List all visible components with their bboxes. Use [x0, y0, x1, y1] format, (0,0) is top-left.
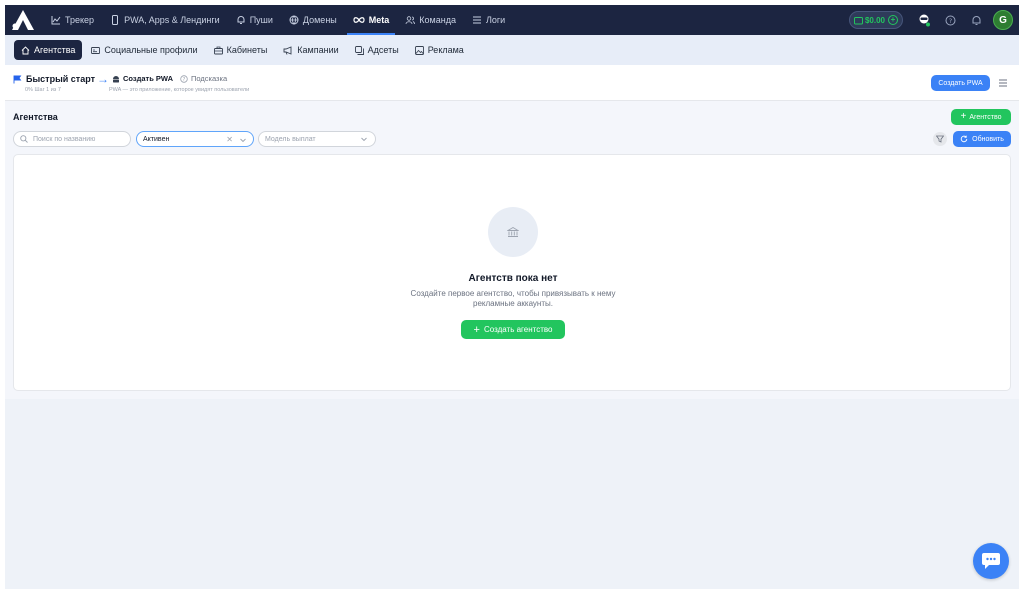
- subtab-label: Адсеты: [367, 45, 399, 55]
- search-icon: [20, 135, 28, 143]
- chat-bubble-icon: [982, 553, 1000, 569]
- chevron-down-icon: [361, 137, 367, 142]
- layers-icon: [354, 45, 364, 55]
- nav-item-logs[interactable]: Логи: [464, 5, 513, 35]
- subtab-ads[interactable]: Реклама: [408, 40, 471, 60]
- quick-start-title-text: Быстрый старт: [26, 74, 95, 84]
- list-icon: [472, 16, 481, 24]
- add-funds-icon[interactable]: +: [888, 15, 898, 25]
- empty-state-illustration: [488, 207, 538, 257]
- chevron-down-icon: [240, 138, 246, 142]
- chart-line-icon: [51, 16, 61, 25]
- page-background: [5, 399, 1019, 589]
- question-circle-icon: ?: [180, 74, 188, 83]
- bank-icon: [507, 226, 519, 237]
- android-icon: [113, 75, 119, 82]
- empty-state-title: Агентств пока нет: [468, 273, 558, 284]
- arrow-right-icon: →: [97, 72, 109, 86]
- help-icon[interactable]: ?: [940, 10, 960, 30]
- briefcase-icon: [213, 46, 223, 54]
- empty-state-description: Создайте первое агентство, чтобы привязы…: [410, 289, 616, 308]
- quick-start-hint-label: Подсказка: [191, 74, 228, 83]
- create-pwa-button[interactable]: Создать PWA: [931, 75, 990, 91]
- subtab-adsets[interactable]: Адсеты: [348, 40, 406, 60]
- create-agency-label: Создать агентство: [483, 325, 553, 334]
- search-placeholder: Поиск по названию: [33, 135, 96, 143]
- quick-start-step-label: Создать PWA: [123, 74, 174, 83]
- users-icon: [405, 16, 416, 25]
- refresh-button[interactable]: Обновить: [953, 131, 1011, 147]
- quick-start-bar: Быстрый старт → Создать PWA ? Подсказка …: [5, 65, 1019, 101]
- quick-start-step[interactable]: Создать PWA: [112, 74, 173, 83]
- svg-text:?: ?: [948, 17, 951, 25]
- notifications-bell-icon[interactable]: [966, 10, 986, 30]
- nav-item-label: Логи: [485, 15, 506, 25]
- nav-item-label: Трекер: [65, 15, 95, 25]
- page-title: Агентства: [13, 112, 58, 122]
- megaphone-icon: [283, 45, 292, 55]
- agencies-panel: Агентств пока нет Создайте первое агентс…: [13, 154, 1011, 391]
- nav-item-meta[interactable]: Meta: [345, 5, 398, 35]
- refresh-label: Обновить: [972, 135, 1004, 143]
- globe-icon: [289, 15, 299, 25]
- nav-item-label: Домены: [302, 15, 337, 25]
- subtab-label: Кабинеты: [226, 45, 268, 55]
- quick-start-title[interactable]: Быстрый старт: [13, 74, 95, 84]
- phone-icon: [112, 15, 119, 25]
- subtab-label: Реклама: [427, 45, 464, 55]
- nav-item-team[interactable]: Команда: [397, 5, 464, 35]
- create-agency-button[interactable]: + Создать агентство: [461, 320, 565, 339]
- refresh-icon: [960, 135, 968, 143]
- nav-item-label: Meta: [368, 15, 390, 25]
- subtab-campaigns[interactable]: Кампании: [276, 40, 345, 60]
- payout-model-placeholder: Модель выплат: [265, 135, 316, 143]
- nav-item-pwa[interactable]: PWA, Apps & Лендинги: [102, 5, 228, 35]
- top-navigation: Трекер PWA, Apps & Лендинги Пуши Домены …: [5, 5, 1019, 35]
- image-icon: [414, 45, 424, 55]
- balance-amount: $0.00: [864, 15, 885, 25]
- status-filter-value: Активен: [143, 135, 170, 143]
- payout-model-select[interactable]: Модель выплат: [258, 131, 376, 147]
- chat-support-button[interactable]: [973, 543, 1009, 579]
- infinity-icon: [353, 17, 365, 23]
- subtab-cabinets[interactable]: Кабинеты: [207, 40, 275, 60]
- subtab-label: Социальные профили: [104, 45, 198, 55]
- quick-start-progress: 0% Шаг 1 из 7: [25, 87, 61, 93]
- logo-icon[interactable]: [11, 9, 35, 31]
- support-agent-icon[interactable]: [914, 10, 934, 30]
- subtab-agencies[interactable]: Агентства: [14, 40, 83, 60]
- wallet-icon: [853, 16, 863, 24]
- sub-navigation: Агентства Социальные профили Кабинеты Ка…: [5, 35, 1019, 65]
- clear-icon[interactable]: ✕: [226, 135, 233, 144]
- menu-icon[interactable]: [997, 77, 1009, 89]
- status-filter-select[interactable]: Активен ✕: [136, 131, 254, 147]
- home-icon: [21, 45, 30, 54]
- subtab-social-profiles[interactable]: Социальные профили: [84, 40, 204, 60]
- bell-icon: [237, 16, 245, 24]
- id-card-icon: [91, 46, 101, 54]
- plus-icon: +: [473, 323, 480, 336]
- subtab-label: Кампании: [297, 45, 339, 55]
- nav-item-domains[interactable]: Домены: [281, 5, 345, 35]
- nav-item-tracker[interactable]: Трекер: [43, 5, 102, 35]
- add-agency-label: Агентство: [969, 113, 1002, 121]
- add-agency-button[interactable]: + Агентство: [951, 109, 1011, 125]
- svg-text:?: ?: [183, 77, 186, 83]
- subtab-label: Агентства: [34, 45, 76, 55]
- flag-icon: [13, 75, 22, 83]
- user-avatar[interactable]: G: [993, 10, 1013, 30]
- app-window: Трекер PWA, Apps & Лендинги Пуши Домены …: [5, 5, 1019, 589]
- search-input[interactable]: Поиск по названию: [13, 131, 131, 147]
- nav-item-label: Пуши: [249, 15, 273, 25]
- quick-start-hint[interactable]: ? Подсказка: [180, 74, 227, 83]
- balance-badge[interactable]: $0.00 +: [848, 11, 903, 29]
- filter-icon[interactable]: [933, 132, 947, 146]
- nav-item-push[interactable]: Пуши: [228, 5, 281, 35]
- nav-item-label: PWA, Apps & Лендинги: [124, 15, 220, 25]
- nav-item-label: Команда: [419, 15, 456, 25]
- quick-start-description: PWA — это приложение, которое увидят пол…: [109, 87, 250, 93]
- plus-icon: +: [960, 111, 967, 122]
